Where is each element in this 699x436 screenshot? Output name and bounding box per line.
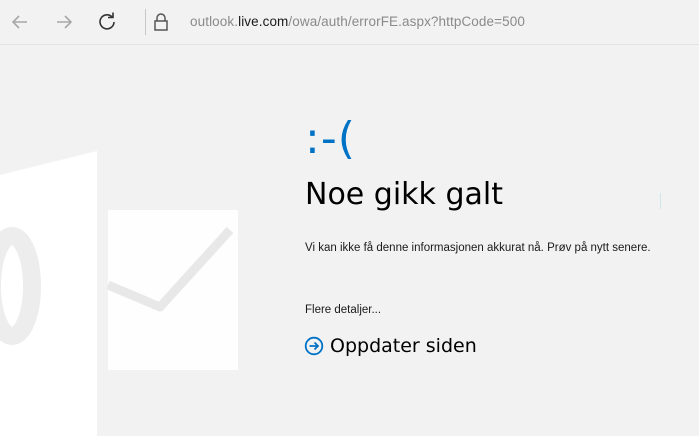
address-bar[interactable]: outlook.live.com/owa/auth/errorFE.aspx?h…: [190, 14, 525, 29]
sad-face: :-(: [305, 113, 356, 164]
refresh-label: Oppdater siden: [330, 335, 477, 357]
back-button[interactable]: [6, 8, 34, 36]
arrow-left-icon: [11, 15, 27, 29]
error-message: Vi kan ikke få denne informasjonen akkur…: [305, 242, 651, 254]
url-path: /owa/auth/errorFE.aspx?httpCode=500: [288, 14, 525, 29]
error-title: Noe gikk galt: [305, 177, 503, 212]
forward-button[interactable]: [50, 8, 78, 36]
svg-text:TM: TM: [227, 365, 236, 371]
reload-icon: [99, 12, 115, 30]
arrow-right-icon: [57, 15, 73, 29]
more-details-link[interactable]: Flere detaljer...: [305, 304, 381, 316]
circle-arrow-right-icon: [304, 336, 324, 356]
outlook-logo: TM: [0, 151, 238, 436]
lock-icon[interactable]: [153, 12, 169, 37]
reload-button[interactable]: [93, 8, 121, 36]
refresh-page-button[interactable]: Oppdater siden: [304, 335, 477, 357]
url-prefix: outlook.: [190, 14, 239, 29]
browser-toolbar: outlook.live.com/owa/auth/errorFE.aspx?h…: [0, 0, 699, 45]
decorative-mark: [660, 193, 661, 209]
error-page: TM :-( Noe gikk galt Vi kan ikke få denn…: [0, 45, 699, 436]
url-domain: live.com: [238, 14, 289, 29]
toolbar-divider: [145, 9, 146, 35]
